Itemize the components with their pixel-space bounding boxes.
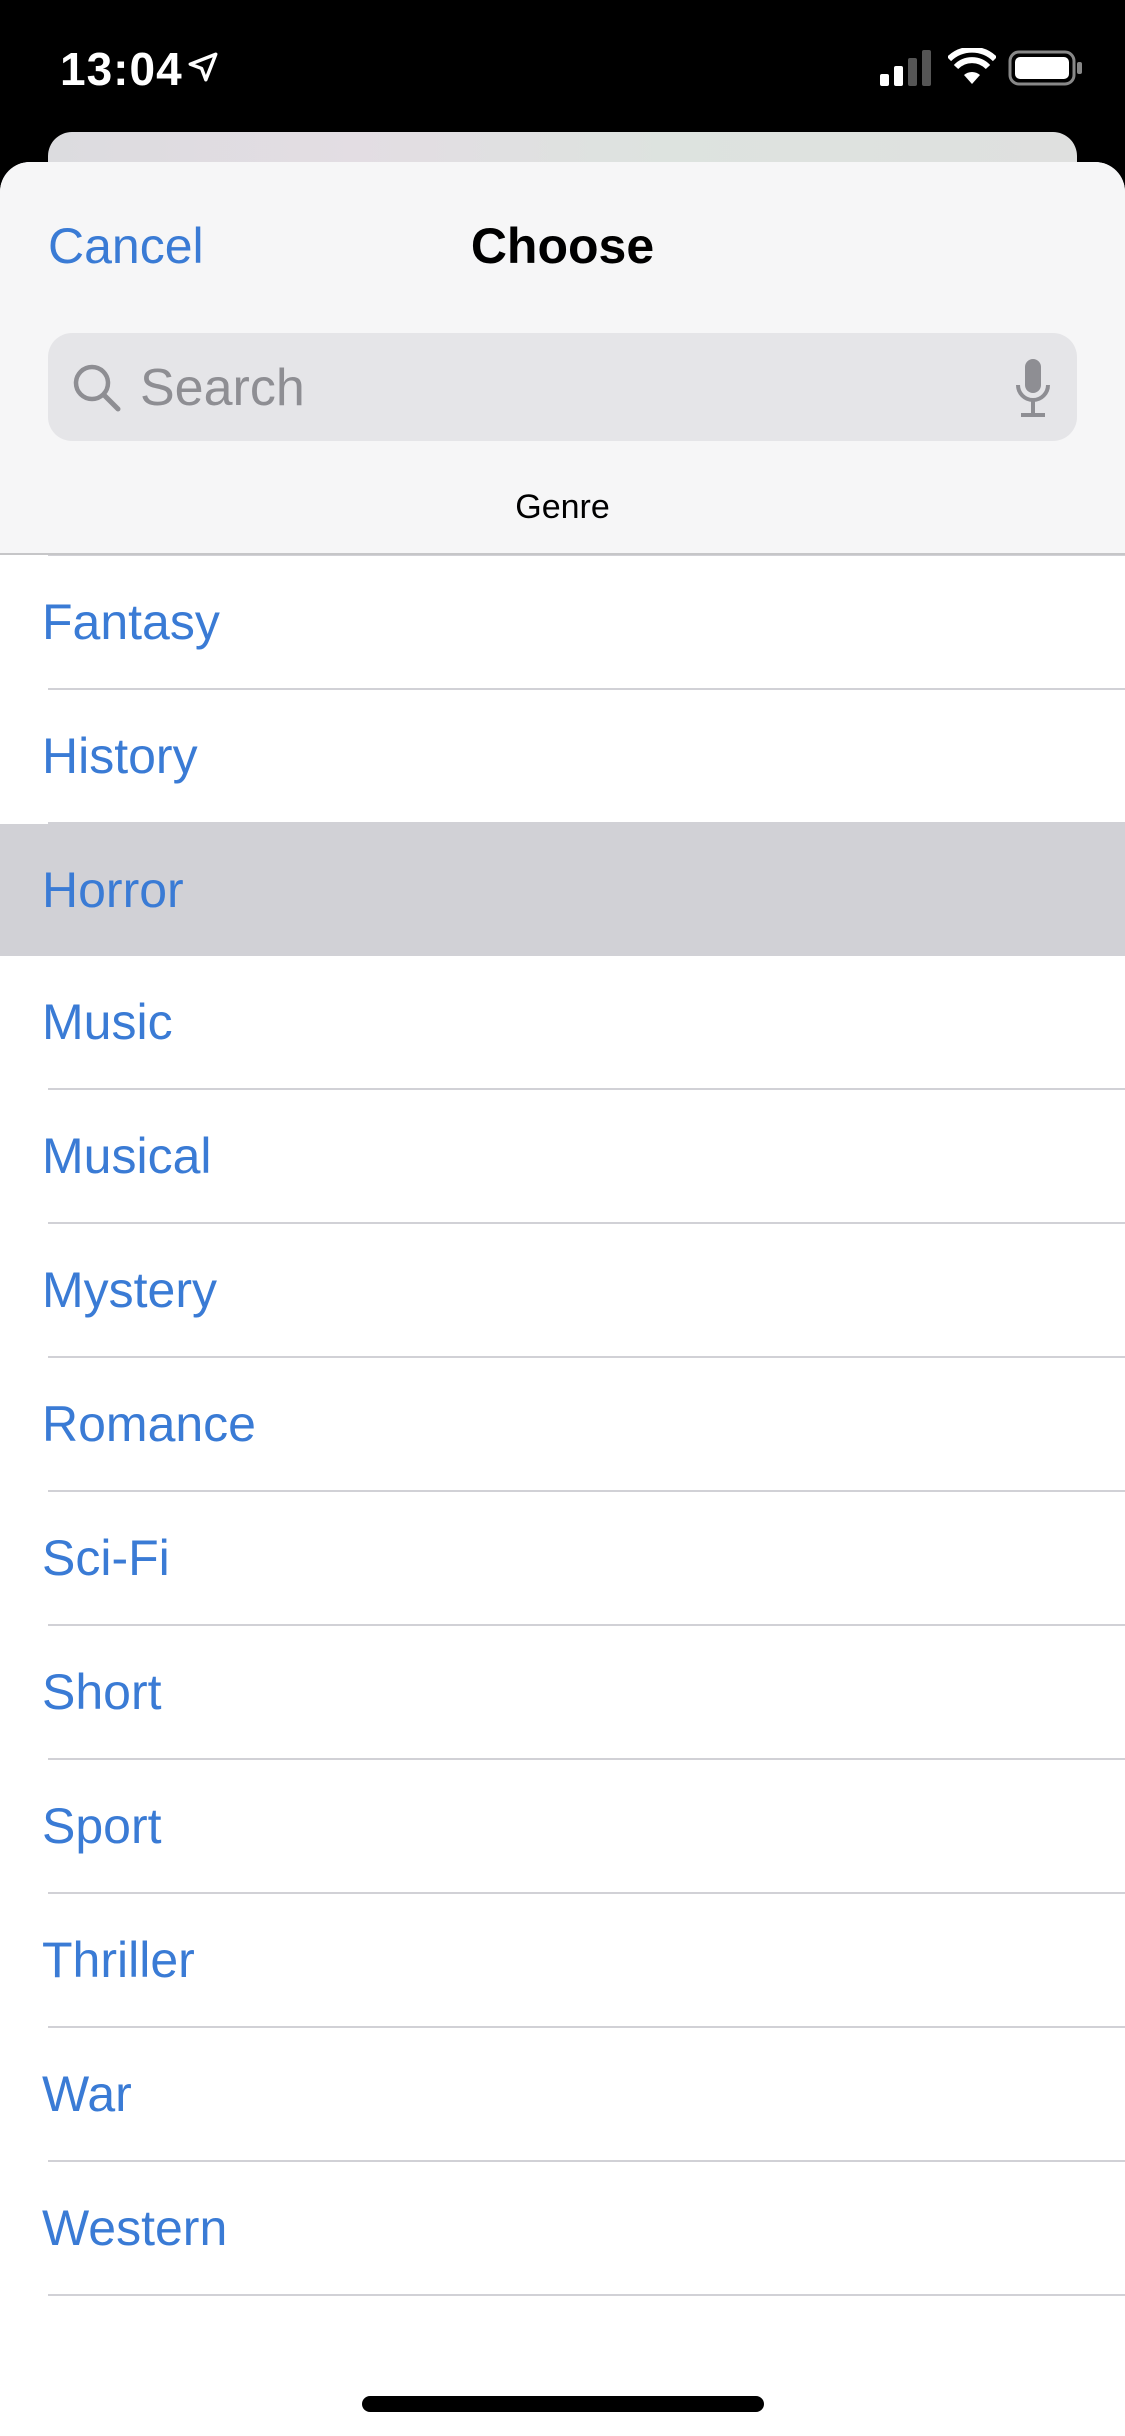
list-item-label: Sport xyxy=(42,1798,162,1854)
signal-icon xyxy=(880,50,931,86)
list-item-label: Music xyxy=(42,994,173,1050)
list-item[interactable]: Horror xyxy=(0,824,1125,956)
genre-list: FamilyFantasyHistoryHorrorMusicMusicalMy… xyxy=(0,422,1125,2296)
list-item-label: Fantasy xyxy=(42,594,220,650)
search-icon xyxy=(73,364,121,412)
list-item-label: War xyxy=(42,2066,132,2122)
list-item-label: Mystery xyxy=(42,1262,217,1318)
list-item[interactable]: Fantasy xyxy=(42,556,1125,690)
list-item[interactable]: Mystery xyxy=(42,1224,1125,1358)
status-time: 13:04 xyxy=(60,43,183,95)
list-item[interactable]: Western xyxy=(42,2162,1125,2296)
sheet-header: Cancel Choose Genre xyxy=(0,162,1125,555)
list-item[interactable]: Sci-Fi xyxy=(42,1492,1125,1626)
list-item[interactable]: History xyxy=(42,690,1125,824)
list-item[interactable]: Music xyxy=(42,956,1125,1090)
home-indicator[interactable] xyxy=(362,2396,764,2412)
wifi-icon xyxy=(948,48,996,84)
microphone-icon[interactable] xyxy=(1013,359,1053,419)
search-input[interactable] xyxy=(138,333,1022,443)
list-item[interactable]: Sport xyxy=(42,1760,1125,1894)
search-bar[interactable] xyxy=(48,333,1077,443)
list-item[interactable]: War xyxy=(42,2028,1125,2162)
list-item[interactable]: Musical xyxy=(42,1090,1125,1224)
list-item-label: History xyxy=(42,728,198,784)
list-item[interactable]: Thriller xyxy=(42,1894,1125,2028)
section-header: Genre xyxy=(515,488,610,526)
list-item-label: Horror xyxy=(42,862,184,918)
choose-sheet: Cancel Choose Genre FamilyFantasyHistory… xyxy=(0,162,1125,2436)
list-item[interactable]: Short xyxy=(42,1626,1125,1760)
list-item-label: Short xyxy=(42,1664,162,1720)
list-item-label: Thriller xyxy=(42,1932,195,1988)
list-item[interactable]: Romance xyxy=(42,1358,1125,1492)
status-bar: 13:04 xyxy=(0,0,1125,130)
list-item-label: Western xyxy=(42,2200,228,2256)
page-title: Choose xyxy=(470,218,655,274)
list-item-label: Musical xyxy=(42,1128,212,1184)
list-item-label: Romance xyxy=(42,1396,256,1452)
location-arrow-icon xyxy=(188,52,218,82)
list-item-label: Sci-Fi xyxy=(42,1530,170,1586)
battery-icon xyxy=(1008,50,1082,86)
